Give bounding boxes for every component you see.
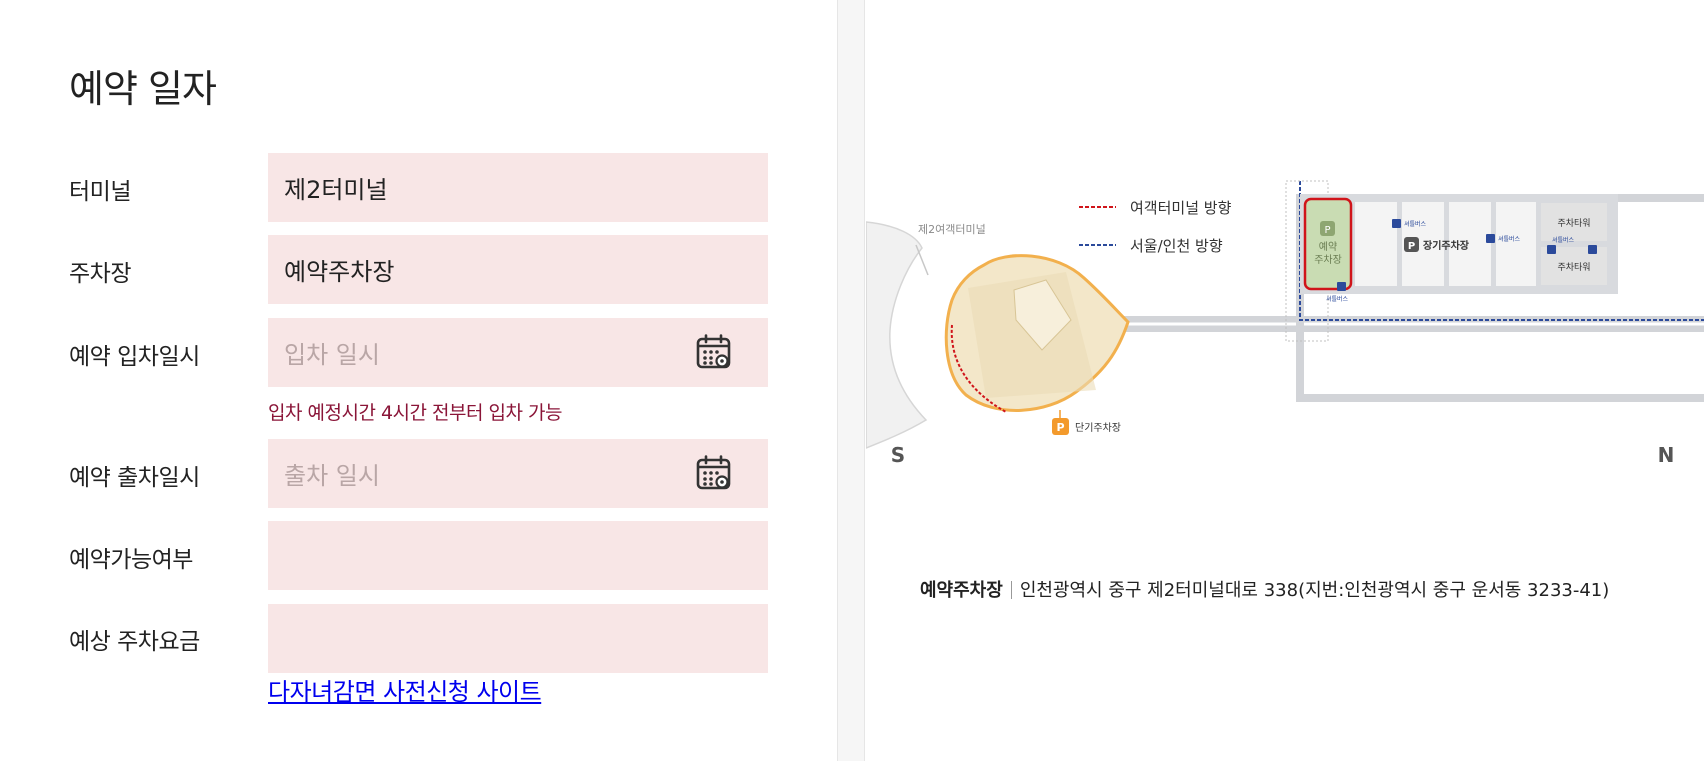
terminal-label: 제2여객터미널	[918, 223, 986, 236]
terminal-field[interactable]: 제2터미널	[268, 153, 768, 222]
svg-text:P: P	[1408, 241, 1415, 252]
discount-application-link[interactable]: 다자녀감면 사전신청 사이트	[268, 672, 542, 707]
address-text: 인천광역시 중구 제2터미널대로 338(지번:인천광역시 중구 운서동 323…	[1019, 580, 1610, 601]
exit-datetime-label: 예약 출차일시	[69, 465, 200, 491]
availability-label: 예약가능여부	[69, 547, 193, 573]
svg-text:셔틀버스: 셔틀버스	[1326, 295, 1349, 303]
svg-text:셔틀버스: 셔틀버스	[1404, 220, 1427, 228]
svg-text:셔틀버스: 셔틀버스	[1498, 235, 1521, 243]
legend-terminal-label: 여객터미널 방향	[1130, 199, 1232, 217]
short-term-parking-label: 단기주차장	[1075, 422, 1121, 434]
south-marker: S	[891, 443, 905, 467]
map-panel: 제2여객터미널 P 단기주차장 여객터미널 방향 서울/인천 방향 주차타워 주…	[866, 0, 1704, 761]
entry-note: 입차 예정시간 4시간 전부터 입차 가능	[268, 402, 563, 424]
terminal-connector-line	[915, 244, 929, 276]
address-name: 예약주차장	[920, 580, 1003, 601]
svg-text:주차타워: 주차타워	[1557, 261, 1590, 273]
entry-datetime-label: 예약 입차일시	[69, 344, 200, 370]
parking-value: 예약주차장	[284, 258, 395, 286]
fee-label: 예상 주차요금	[69, 629, 200, 655]
bus-icon	[1392, 219, 1401, 228]
parking-map[interactable]: 제2여객터미널 P 단기주차장 여객터미널 방향 서울/인천 방향 주차타워 주…	[866, 0, 1704, 520]
availability-field	[268, 521, 768, 590]
address-separator	[1010, 581, 1012, 599]
terminal-building-shape	[866, 221, 928, 449]
parking-address: 예약주차장 인천광역시 중구 제2터미널대로 338(지번:인천광역시 중구 운서…	[920, 576, 1609, 602]
long-term-parking-label: 장기주차장	[1423, 239, 1470, 252]
exit-datetime-input[interactable]: 출차 일시	[268, 439, 768, 508]
parking-label: 주차장	[69, 261, 131, 287]
calendar-icon[interactable]	[696, 334, 732, 370]
entry-datetime-placeholder: 입차 일시	[284, 341, 380, 369]
svg-text:P: P	[1056, 421, 1064, 434]
entry-datetime-input[interactable]: 입차 일시	[268, 318, 768, 387]
svg-text:셔틀버스: 셔틀버스	[1552, 236, 1575, 244]
bus-icon	[1486, 234, 1495, 243]
exit-datetime-placeholder: 출차 일시	[284, 462, 380, 490]
page-title: 예약 일자	[69, 67, 217, 111]
reserved-parking-label-line2: 주차장	[1314, 254, 1342, 266]
legend-seoul-label: 서울/인천 방향	[1130, 237, 1223, 255]
bus-icon	[1547, 245, 1556, 254]
parking-field[interactable]: 예약주차장	[268, 235, 768, 304]
fee-field	[268, 604, 768, 673]
reserved-parking-label-line1: 예약	[1319, 241, 1337, 253]
bus-icon	[1337, 282, 1346, 291]
reservation-form-panel: 예약 일자 터미널 제2터미널 주차장 예약주차장 예약 입차일시 입차 일시 …	[0, 0, 837, 761]
svg-text:P: P	[1324, 225, 1330, 236]
bus-icon	[1588, 245, 1597, 254]
calendar-icon[interactable]	[696, 455, 732, 491]
terminal-label: 터미널	[69, 179, 131, 205]
loop-road	[1296, 324, 1704, 402]
svg-text:주차타워: 주차타워	[1557, 217, 1590, 229]
north-marker: N	[1658, 443, 1675, 467]
terminal-value: 제2터미널	[284, 176, 388, 204]
panel-divider	[837, 0, 865, 761]
